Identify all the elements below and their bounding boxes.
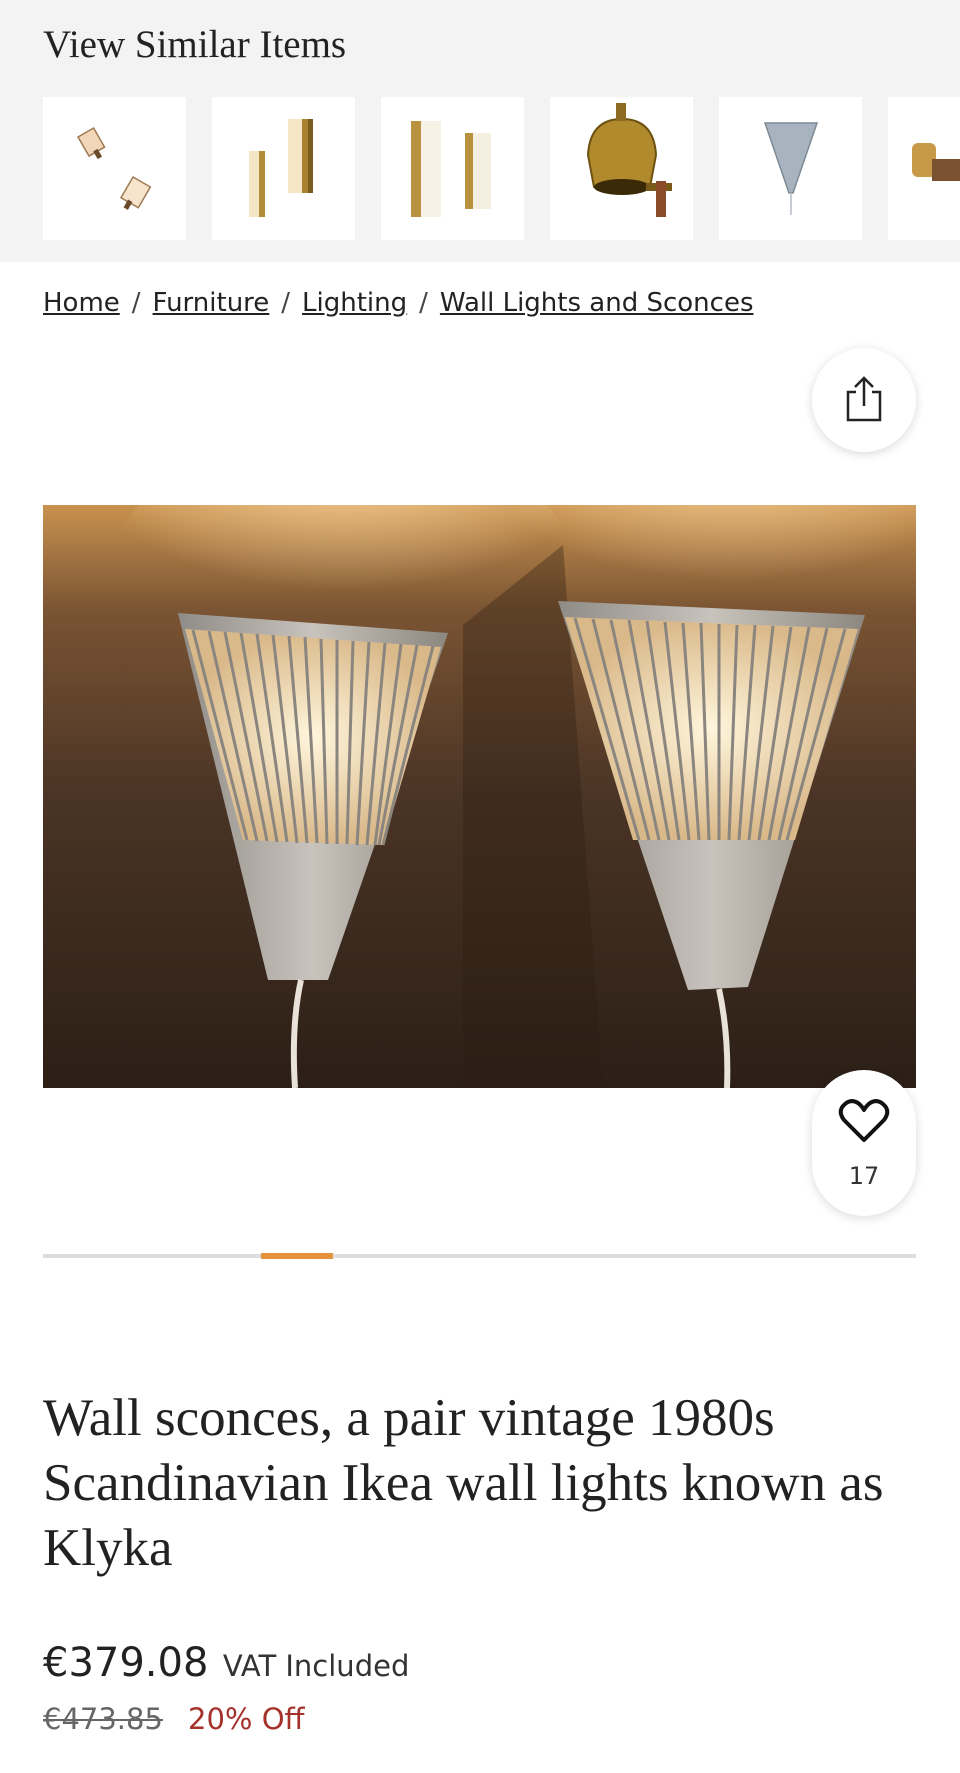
two-small-sconces-thumbnail xyxy=(76,126,152,210)
similar-item-2[interactable] xyxy=(212,97,355,240)
similar-item-6[interactable] xyxy=(888,97,960,240)
breadcrumb-separator: / xyxy=(281,288,291,318)
brass-panel-sconces-thumbnail xyxy=(249,119,313,217)
similar-item-5[interactable] xyxy=(719,97,862,240)
product-title: Wall sconces, a pair vintage 1980s Scand… xyxy=(43,1389,884,1577)
gallery-progress-bar[interactable] xyxy=(43,1253,916,1259)
similar-item-4[interactable] xyxy=(550,97,693,240)
price-row: €379.08 VAT Included xyxy=(43,1640,409,1686)
amber-glass-sconce-thumbnail xyxy=(912,143,960,181)
discount-row: €473.85 20% Off xyxy=(43,1702,305,1736)
favorite-button[interactable]: 17 xyxy=(812,1070,916,1216)
breadcrumb: Home / Furniture / Lighting / Wall Lights and … xyxy=(43,288,754,318)
favorite-count: 17 xyxy=(848,1162,880,1190)
similar-items-section: View Similar Items xyxy=(0,0,960,262)
similar-items-carousel[interactable] xyxy=(43,97,960,240)
similar-item-1[interactable] xyxy=(43,97,186,240)
breadcrumb-separator: / xyxy=(419,288,428,318)
wall-sconces-photo xyxy=(43,505,916,1088)
vat-label: VAT Included xyxy=(222,1649,410,1683)
share-icon xyxy=(846,376,882,422)
breadcrumb-lighting[interactable]: Lighting xyxy=(302,288,407,318)
brass-dome-sconce-thumbnail xyxy=(586,103,672,217)
current-price: €379.08 xyxy=(43,1640,209,1686)
white-panel-sconces-thumbnail xyxy=(411,121,491,217)
breadcrumb-separator: / xyxy=(131,288,141,318)
breadcrumb-furniture[interactable]: Furniture xyxy=(153,288,270,318)
breadcrumb-wall-lights[interactable]: Wall Lights and Sconces xyxy=(440,288,754,318)
similar-item-3[interactable] xyxy=(381,97,524,240)
gallery-progress-indicator xyxy=(261,1253,333,1259)
similar-items-title: View Similar Items xyxy=(43,23,347,66)
grey-cone-sconce-thumbnail xyxy=(763,122,819,215)
discount-badge: 20% Off xyxy=(188,1702,305,1736)
original-price: €473.85 xyxy=(43,1702,163,1736)
product-hero-image[interactable] xyxy=(43,505,916,1088)
heart-icon xyxy=(838,1099,890,1142)
share-button[interactable] xyxy=(812,348,916,452)
breadcrumb-home[interactable]: Home xyxy=(43,288,120,318)
